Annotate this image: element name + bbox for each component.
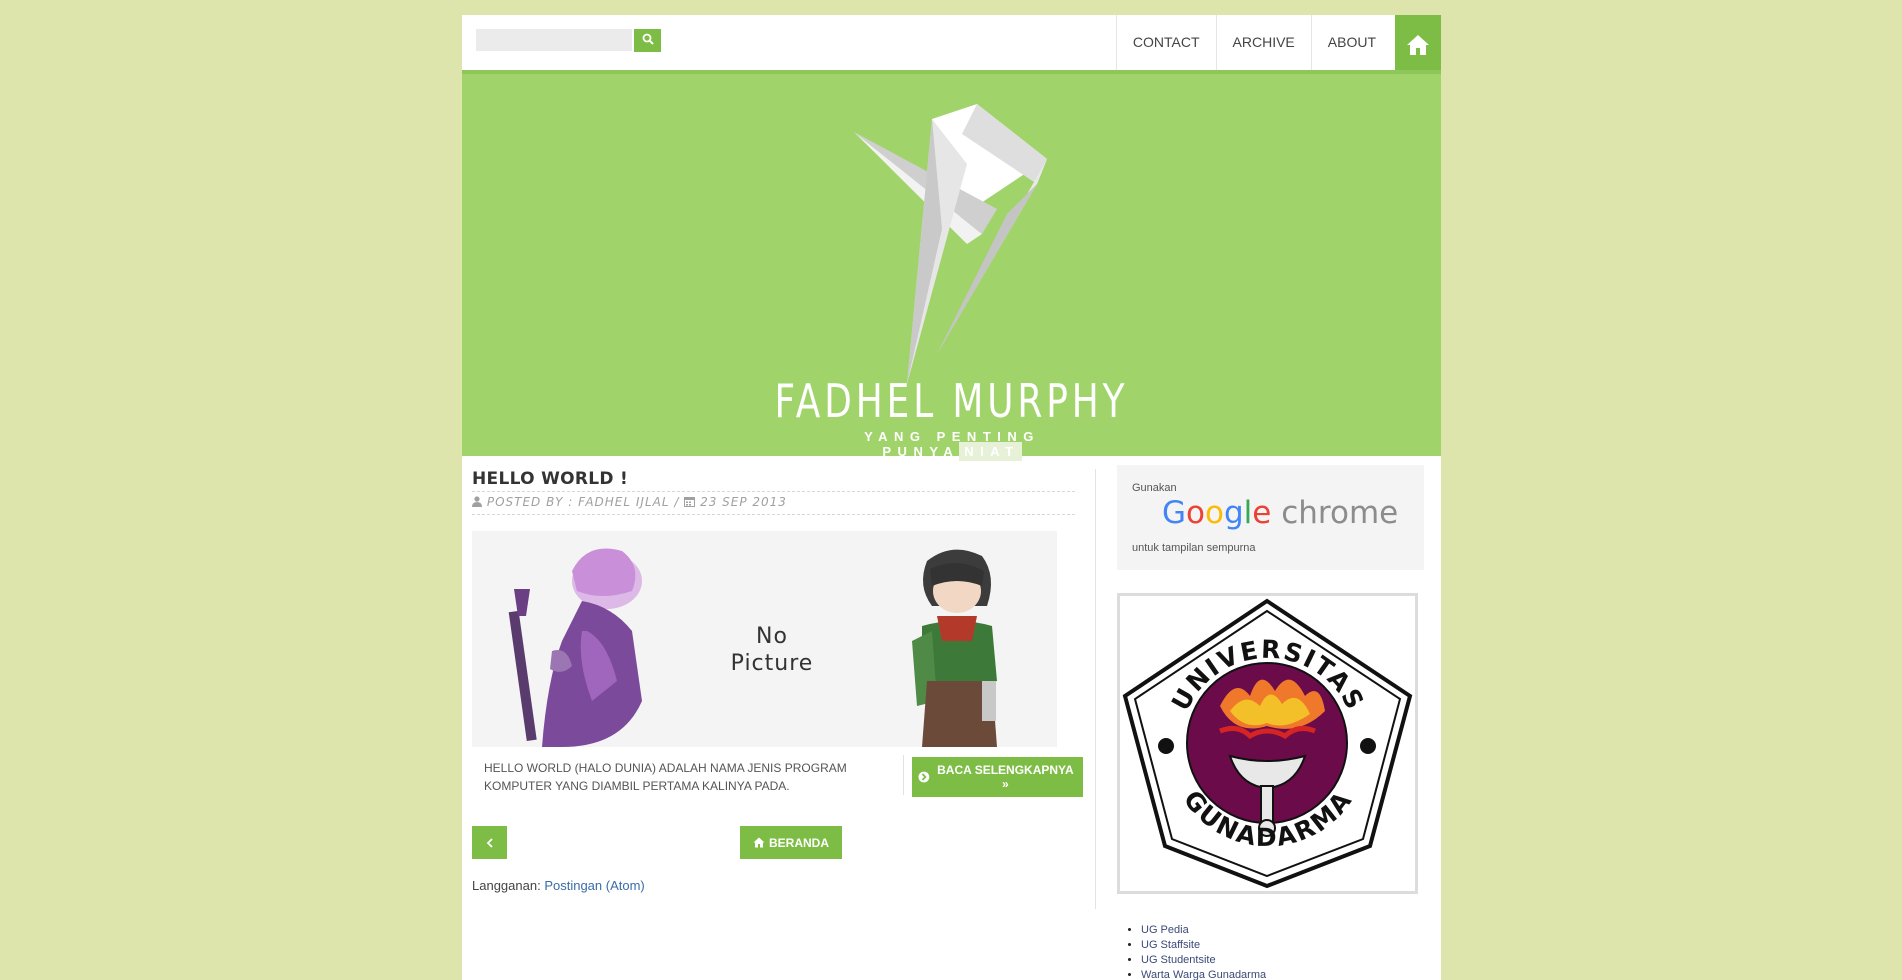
site-header: FADHEL MURPHY YANG PENTING PUNYA NIAT bbox=[462, 70, 1441, 461]
tagline-highlight: NIAT bbox=[959, 442, 1022, 461]
post-author: POSTED BY : FADHEL IJLAL bbox=[486, 495, 670, 509]
arrow-circle-right-icon bbox=[918, 771, 930, 783]
home-icon bbox=[1407, 35, 1429, 55]
column-divider bbox=[1095, 469, 1096, 909]
thumbnail-illustration-left bbox=[508, 548, 642, 747]
thumbnail-illustration-right bbox=[912, 549, 997, 747]
google-wordmark: Google bbox=[1162, 495, 1272, 531]
nav-about[interactable]: ABOUT bbox=[1310, 15, 1392, 72]
home-page-label: BERANDA bbox=[769, 835, 829, 850]
post-thumbnail[interactable]: No Picture bbox=[472, 531, 1057, 747]
chrome-widget-bottom-text: untuk tampilan sempurna bbox=[1132, 542, 1256, 554]
subscribe-prefix: Langganan: bbox=[472, 878, 541, 893]
chrome-widget: Gunakan Google chrome untuk tampilan sem… bbox=[1117, 465, 1424, 570]
post-card: HELLO WORLD ! POSTED BY : FADHEL IJLAL /… bbox=[472, 469, 1083, 893]
search-button[interactable] bbox=[634, 29, 661, 52]
post-meta: POSTED BY : FADHEL IJLAL / 23 SEP 2013 bbox=[472, 491, 1075, 515]
page-container: CONTACT ARCHIVE ABOUT FADHEL MURPHY YANG… bbox=[462, 15, 1441, 980]
top-bar: CONTACT ARCHIVE ABOUT bbox=[462, 15, 1441, 75]
older-posts-button[interactable] bbox=[472, 826, 507, 859]
gunadarma-logo: UNIVERSITAS GUNADARMA bbox=[1117, 593, 1418, 894]
main-nav: CONTACT ARCHIVE ABOUT bbox=[1115, 15, 1441, 75]
chrome-wordmark: chrome bbox=[1281, 495, 1399, 531]
subscribe-line: Langganan: Postingan (Atom) bbox=[472, 878, 645, 893]
post-title[interactable]: HELLO WORLD ! bbox=[472, 469, 1075, 489]
list-item: Warta Warga Gunadarma bbox=[1141, 968, 1266, 980]
no-picture-text: No Picture bbox=[712, 623, 832, 677]
list-item: UG Pedia bbox=[1141, 923, 1266, 938]
home-page-button[interactable]: BERANDA bbox=[740, 826, 842, 859]
link-warta-warga-gunadarma[interactable]: Warta Warga Gunadarma bbox=[1141, 969, 1266, 980]
nav-contact[interactable]: CONTACT bbox=[1115, 15, 1216, 72]
link-ug-pedia[interactable]: UG Pedia bbox=[1141, 924, 1189, 936]
read-more-label: BACA SELENGKAPNYA » bbox=[937, 763, 1074, 791]
meta-separator: / bbox=[674, 495, 680, 509]
calendar-icon bbox=[684, 497, 696, 507]
post-excerpt-row: HELLO WORLD (HALO DUNIA) ADALAH NAMA JEN… bbox=[472, 747, 1083, 803]
link-ug-staffsite[interactable]: UG Staffsite bbox=[1141, 939, 1200, 951]
read-more-button[interactable]: BACA SELENGKAPNYA » bbox=[912, 757, 1083, 797]
link-ug-studentsite[interactable]: UG Studentsite bbox=[1141, 954, 1216, 966]
search-icon bbox=[642, 33, 654, 45]
no-picture-line2: Picture bbox=[730, 651, 814, 676]
nav-home-button[interactable] bbox=[1395, 15, 1441, 75]
gunadarma-seal: UNIVERSITAS GUNADARMA bbox=[1122, 598, 1413, 889]
home-icon bbox=[753, 837, 765, 848]
search-input[interactable] bbox=[476, 29, 632, 51]
list-item: UG Studentsite bbox=[1141, 953, 1266, 968]
chrome-widget-top-text: Gunakan bbox=[1132, 482, 1177, 494]
site-tagline: YANG PENTING PUNYA NIAT bbox=[812, 429, 1092, 461]
nav-archive[interactable]: ARCHIVE bbox=[1215, 15, 1311, 72]
sidebar-links: UG Pedia UG Staffsite UG Studentsite War… bbox=[1117, 923, 1266, 980]
excerpt-divider bbox=[903, 755, 904, 795]
post-excerpt: HELLO WORLD (HALO DUNIA) ADALAH NAMA JEN… bbox=[484, 761, 847, 793]
post-date: 23 SEP 2013 bbox=[700, 495, 787, 509]
no-picture-line1: No bbox=[756, 624, 788, 649]
subscribe-atom-link[interactable]: Postingan (Atom) bbox=[544, 878, 644, 893]
site-title: FADHEL MURPHY bbox=[774, 374, 1129, 428]
chevron-left-icon bbox=[486, 837, 493, 848]
user-icon bbox=[472, 496, 482, 507]
list-item: UG Staffsite bbox=[1141, 938, 1266, 953]
google-chrome-logo[interactable]: Google chrome bbox=[1162, 495, 1398, 531]
site-logo bbox=[854, 104, 1047, 384]
